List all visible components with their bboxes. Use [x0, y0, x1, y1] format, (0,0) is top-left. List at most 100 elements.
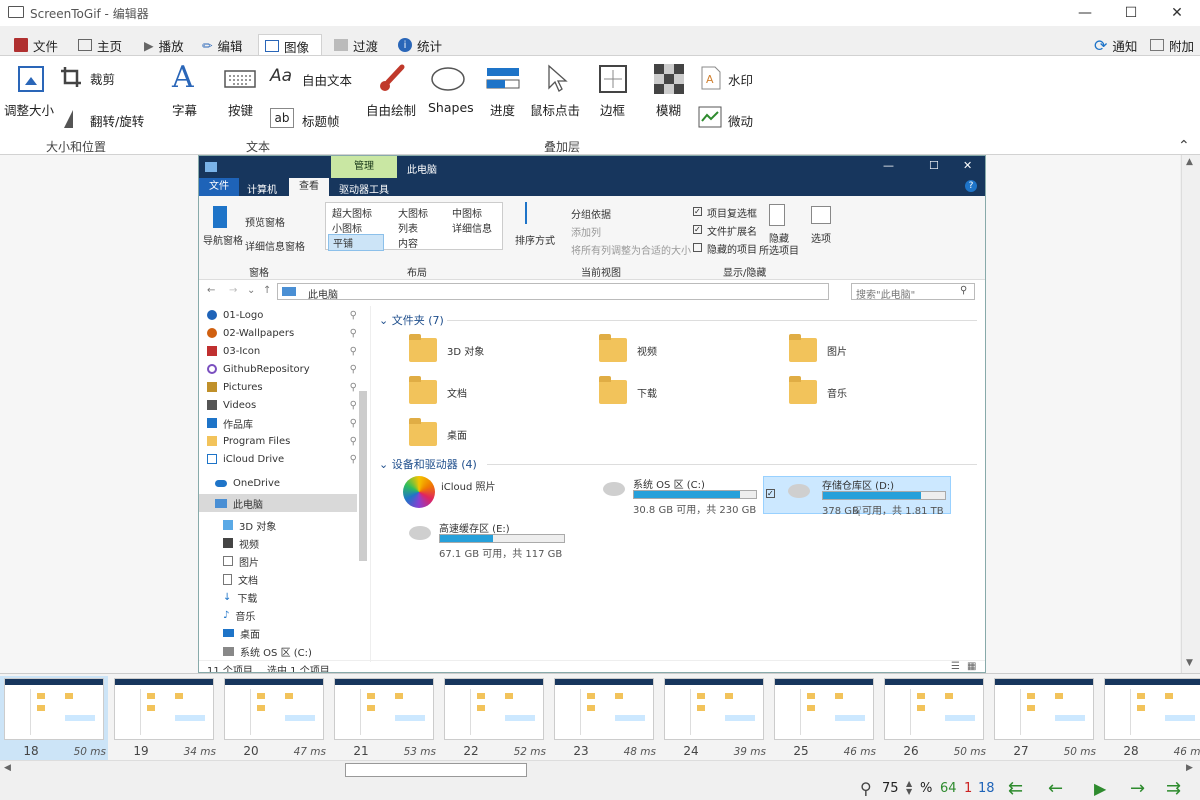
tab-file[interactable]: 文件 [8, 34, 64, 56]
frame-item[interactable]: 23 48 ms [550, 676, 658, 760]
frame-item[interactable]: 20 47 ms [220, 676, 328, 760]
frame-item[interactable]: 19 34 ms [110, 676, 218, 760]
frame-item[interactable]: 21 53 ms [330, 676, 438, 760]
attach-label: 附加 [1169, 38, 1195, 54]
frame-thumbnail [1104, 678, 1200, 740]
mouse-clicks-label: 鼠标点击 [530, 103, 581, 118]
explorer-status-items: 11 个项目 [207, 666, 253, 673]
watermark-button[interactable]: A 水印 [700, 66, 760, 90]
frame-item[interactable]: 28 46 ms [1100, 676, 1200, 760]
tab-transitions[interactable]: 过渡 [328, 34, 384, 56]
home-icon [78, 39, 92, 51]
tab-home[interactable]: 主页 [72, 34, 128, 56]
attach-button[interactable]: 附加 [1144, 34, 1200, 56]
previous-frame-icon[interactable]: ← [1048, 778, 1063, 799]
frame-item[interactable]: 24 39 ms [660, 676, 768, 760]
border-button[interactable]: 边框 [598, 62, 634, 122]
thumb-folder [37, 705, 45, 711]
first-frame-icon[interactable]: ⇇ [1008, 778, 1023, 799]
close-button[interactable]: ✕ [1154, 0, 1200, 26]
thumb-titlebar [225, 679, 323, 685]
free-drawing-button[interactable]: 自由绘制 [366, 62, 420, 122]
thumb-folder [1165, 693, 1173, 699]
explorer-tab-drive-tools: 驱动器工具 [339, 185, 389, 196]
frame-thumbnail [444, 678, 544, 740]
frame-item[interactable]: 22 52 ms [440, 676, 548, 760]
thumb-titlebar [775, 679, 873, 685]
transition-icon [334, 39, 348, 51]
layout-xl-icons: 超大图标 [332, 209, 372, 220]
works-icon [207, 418, 217, 428]
thumb-folder [807, 693, 815, 699]
folder-label: 图片 [827, 346, 847, 358]
pin-icon: ⚲ [349, 453, 357, 465]
mouse-clicks-button[interactable]: 鼠标点击 [530, 62, 586, 122]
title-frame-button[interactable]: ab 标题帧 [270, 108, 346, 130]
cinemagraph-button[interactable]: 微动 [698, 106, 758, 130]
tab-image[interactable]: 图像 [258, 34, 322, 57]
scroll-up-icon[interactable]: ▲ [1186, 157, 1193, 167]
collapse-ribbon-icon[interactable]: ⌃ [1178, 138, 1190, 154]
minimize-button[interactable]: — [1062, 0, 1108, 26]
nav-item: ↓ 下载 [223, 588, 373, 606]
maximize-button[interactable]: ☐ [1108, 0, 1154, 26]
fit-columns-label: 将所有列调整为合适的大小 [571, 246, 691, 257]
zoom-value[interactable]: 75 [882, 781, 899, 796]
folders-divider [447, 320, 977, 321]
frame-number: 18 [23, 744, 39, 758]
border-label: 边框 [600, 103, 626, 118]
caption-button[interactable]: A 字幕 [168, 60, 208, 122]
keystrokes-button[interactable]: 按键 [224, 62, 264, 122]
group-view-label: 当前视图 [581, 268, 621, 279]
layout-large-icons: 大图标 [398, 209, 428, 220]
zoom-spinner[interactable]: ▲ ▼ [906, 780, 912, 796]
document-icon [223, 573, 232, 585]
frame-number: 19 [133, 744, 149, 758]
next-frame-icon[interactable]: → [1130, 778, 1145, 799]
status-bar: ⚲ 75 ▲ ▼ % 64 1 18 ⇇ ← ▶ → ⇉ [0, 778, 1200, 800]
scroll-down-icon[interactable]: ▼ [1186, 658, 1193, 668]
3d-folder-icon [409, 334, 437, 362]
horizontal-scrollbar[interactable]: ◀ ▶ [0, 760, 1200, 778]
nav-item: iCloud Drive ⚲ [207, 450, 357, 468]
frame-list[interactable]: 18 50 ms 19 34 ms 20 47 ms 21 53 ms 22 52 ms 23 48 … [0, 673, 1200, 760]
folder-tile: 桌面 [409, 418, 467, 446]
crop-button[interactable]: 裁剪 [60, 66, 126, 88]
scroll-left-icon[interactable]: ◀ [4, 763, 11, 773]
frame-thumbnail [554, 678, 654, 740]
icon-folder-icon [207, 346, 217, 356]
last-frame-icon[interactable]: ⇉ [1166, 778, 1181, 799]
frame-item[interactable]: 26 50 ms [880, 676, 988, 760]
progress-button[interactable]: 进度 [484, 62, 524, 122]
layout-small-icons: 小图标 [332, 224, 362, 235]
scroll-right-icon[interactable]: ▶ [1186, 763, 1193, 773]
thumb-nav [669, 689, 691, 735]
horizontal-scroll-thumb[interactable] [345, 763, 527, 777]
title-bar: ScreenToGif - 编辑器 — ☐ ✕ [0, 0, 1200, 26]
nav-item-label: 02-Wallpapers [223, 327, 295, 339]
tab-playback[interactable]: ▶ 播放 [138, 34, 190, 56]
flip-rotate-button[interactable]: 翻转/旋转 [62, 108, 150, 130]
free-text-button[interactable]: Aa 自由文本 [270, 66, 356, 90]
hidden-items-checkbox [693, 243, 702, 252]
back-icon: ← [207, 285, 216, 296]
thumb-folder [917, 693, 925, 699]
notify-button[interactable]: ⟳ 通知 [1088, 34, 1143, 56]
frame-item[interactable]: 27 50 ms [990, 676, 1098, 760]
tab-edit[interactable]: ✏ 编辑 [196, 34, 249, 56]
frame-item[interactable]: 18 50 ms [0, 676, 108, 760]
frame-item[interactable]: 25 46 ms [770, 676, 878, 760]
progress-label: 进度 [490, 103, 516, 118]
vertical-scrollbar[interactable]: ▲ ▼ [1181, 155, 1200, 673]
blur-button[interactable]: 模糊 [652, 62, 688, 122]
frame-duration: 46 ms [843, 746, 876, 758]
frame-duration: 48 ms [623, 746, 656, 758]
thumb-nav [229, 689, 251, 735]
play-frames-icon[interactable]: ▶ [1094, 779, 1106, 798]
tab-statistics[interactable]: i 统计 [392, 34, 448, 56]
resize-button[interactable]: 调整大小 [4, 62, 60, 118]
explorer-search-icon: ⚲ [960, 285, 968, 296]
layout-medium-icons: 中图标 [452, 209, 482, 220]
thumb-titlebar [1105, 679, 1200, 685]
shapes-button[interactable]: Shapes [426, 62, 474, 122]
